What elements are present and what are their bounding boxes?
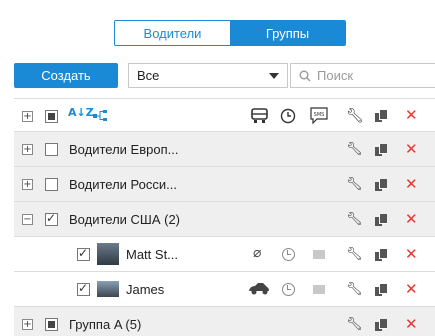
wrench-icon[interactable]: 🔧︎	[346, 178, 363, 191]
filter-select-value: Все	[137, 68, 160, 83]
tab-groups[interactable]: Группы	[230, 21, 345, 45]
wrench-icon[interactable]: 🔧︎	[346, 143, 363, 156]
copy-icon[interactable]	[375, 144, 387, 156]
avatar	[97, 281, 119, 297]
vehicle-icon[interactable]	[251, 108, 268, 124]
tab-drivers[interactable]: Водители	[115, 21, 230, 45]
delete-icon[interactable]: ✕	[405, 177, 418, 192]
group-name: Водители США (2)	[69, 212, 181, 227]
select-all-checkbox[interactable]	[45, 110, 58, 123]
copy-icon[interactable]	[375, 319, 387, 331]
clock-icon[interactable]	[282, 248, 295, 261]
expand-toggle[interactable]: +	[22, 179, 33, 190]
clock-icon[interactable]	[280, 108, 296, 124]
collapse-toggle[interactable]: −	[22, 214, 33, 225]
copy-icon[interactable]	[375, 214, 387, 226]
grid-header: + A↓Z SMS 🔧︎ ✕	[14, 98, 435, 132]
row-checkbox[interactable]	[45, 211, 58, 226]
group-name: Водители Европ...	[69, 142, 179, 157]
row-checkbox[interactable]	[45, 143, 58, 156]
row-checkbox[interactable]	[45, 318, 58, 331]
driver-row[interactable]: James 🔧︎ ✕	[14, 272, 435, 307]
create-button[interactable]: Создать	[14, 63, 118, 88]
copy-icon[interactable]	[375, 249, 387, 261]
sort-az-icon[interactable]: A↓Z	[68, 107, 94, 118]
car-icon[interactable]	[248, 282, 270, 295]
row-checkbox[interactable]	[77, 281, 90, 296]
row-checkbox[interactable]	[77, 246, 90, 261]
group-row[interactable]: + Водители Росси... 🔧︎ ✕	[14, 167, 435, 202]
driver-name: Matt St...	[126, 247, 179, 262]
toolbar: Создать Все Поиск	[14, 63, 435, 89]
wrench-icon[interactable]: 🔧︎	[346, 318, 363, 331]
wrench-icon[interactable]: 🔧︎	[346, 213, 363, 226]
sms-icon[interactable]: SMS	[310, 107, 328, 124]
groups-grid: + A↓Z SMS 🔧︎ ✕ + Водители Европ... 🔧︎ ✕ …	[14, 98, 435, 336]
row-checkbox[interactable]	[45, 178, 58, 191]
search-input[interactable]: Поиск	[290, 63, 435, 88]
group-row[interactable]: − Водители США (2) 🔧︎ ✕	[14, 202, 435, 237]
tree-structure-icon[interactable]	[93, 110, 107, 122]
wrench-icon[interactable]: 🔧︎	[346, 283, 363, 296]
copy-icon[interactable]	[375, 284, 387, 296]
wrench-icon[interactable]: 🔧︎	[346, 109, 364, 123]
search-placeholder: Поиск	[317, 68, 354, 83]
delete-icon[interactable]: ✕	[405, 247, 418, 262]
delete-icon[interactable]: ✕	[405, 282, 418, 297]
expand-toggle[interactable]: +	[22, 144, 33, 155]
delete-icon[interactable]: ✕	[405, 317, 418, 332]
expand-all-toggle[interactable]: +	[22, 111, 33, 122]
copy-icon[interactable]	[375, 179, 387, 191]
driver-name: James	[126, 282, 165, 297]
group-name: Группа A (5)	[69, 317, 142, 332]
delete-icon[interactable]: ✕	[405, 212, 418, 227]
delete-icon[interactable]: ✕	[405, 142, 418, 157]
group-row[interactable]: + Водители Европ... 🔧︎ ✕	[14, 132, 435, 167]
mail-icon[interactable]	[313, 285, 325, 294]
svg-text:SMS: SMS	[314, 112, 325, 118]
delete-icon[interactable]: ✕	[405, 108, 418, 123]
search-icon	[299, 70, 311, 81]
clock-icon[interactable]	[282, 283, 295, 296]
chevron-down-icon	[269, 72, 279, 79]
avatar	[97, 243, 119, 265]
driver-row[interactable]: Matt St... ⌀ 🔧︎ ✕	[14, 237, 435, 272]
expand-toggle[interactable]: +	[22, 319, 33, 330]
filter-select[interactable]: Все	[128, 63, 288, 88]
no-vehicle-icon[interactable]: ⌀	[253, 246, 261, 260]
mail-icon[interactable]	[313, 250, 325, 259]
group-name: Водители Росси...	[69, 177, 177, 192]
copy-icon[interactable]	[375, 110, 387, 122]
wrench-icon[interactable]: 🔧︎	[346, 248, 363, 261]
tab-switcher: Водители Группы	[114, 20, 346, 46]
group-row[interactable]: + Группа A (5) 🔧︎ ✕	[14, 307, 435, 336]
